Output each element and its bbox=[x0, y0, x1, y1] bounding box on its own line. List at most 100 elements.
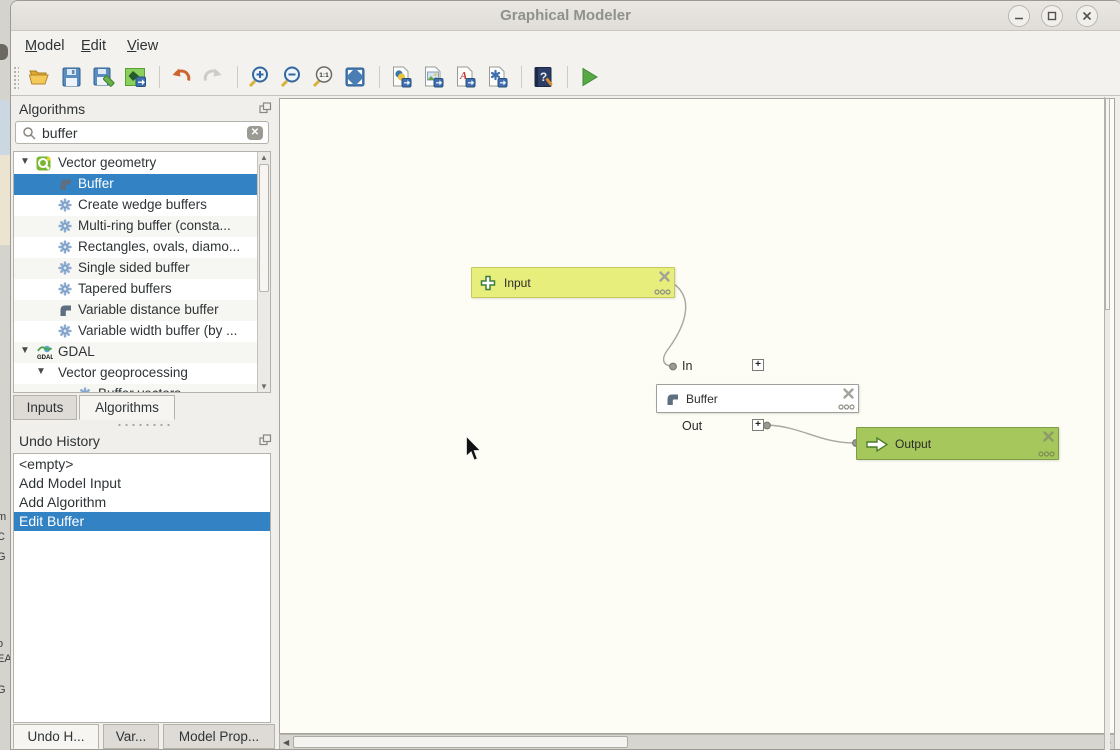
expand-arrow-icon[interactable]: ▼ bbox=[36, 366, 46, 377]
background-map-fragment bbox=[0, 155, 10, 245]
scroll-up-icon[interactable]: ▲ bbox=[258, 153, 270, 162]
export-image-button[interactable] bbox=[419, 63, 447, 91]
tree-scrollbar[interactable]: ▲ ▼ bbox=[257, 152, 270, 392]
redo-button[interactable] bbox=[199, 63, 227, 91]
float-panel-icon[interactable] bbox=[259, 102, 272, 114]
export-svg-icon bbox=[485, 65, 509, 89]
menubar: Model Edit View bbox=[11, 31, 1120, 60]
expand-arrow-icon[interactable]: ▼ bbox=[20, 345, 30, 356]
run-model-button[interactable] bbox=[575, 63, 603, 91]
undo-history-item[interactable]: Add Algorithm bbox=[14, 493, 270, 512]
tree-item-label: Tapered buffers bbox=[78, 281, 172, 296]
menu-model[interactable]: Model bbox=[21, 36, 69, 56]
scroll-down-icon[interactable]: ▼ bbox=[258, 382, 270, 391]
expand-links-icon[interactable] bbox=[1038, 451, 1055, 457]
vscroll-thumb[interactable] bbox=[1105, 98, 1110, 310]
minimize-icon bbox=[1014, 11, 1024, 21]
dock-tab-inputs[interactable]: Inputs bbox=[13, 395, 77, 420]
dock-tab-algorithms[interactable]: Algorithms bbox=[79, 395, 175, 420]
tree-item-label: Vector geometry bbox=[58, 155, 156, 170]
zoom-full-button[interactable] bbox=[341, 63, 369, 91]
bottom-tab-undo-h[interactable]: Undo H... bbox=[13, 724, 99, 749]
zoom-in-button[interactable] bbox=[245, 63, 273, 91]
buffer-in-label: In bbox=[682, 359, 692, 373]
buffer-out-label: Out bbox=[682, 419, 702, 433]
bottom-tab-model-prop[interactable]: Model Prop... bbox=[163, 724, 275, 749]
save-model-button[interactable] bbox=[57, 63, 85, 91]
tree-item-create-wedge-buffers[interactable]: Create wedge buffers bbox=[14, 195, 258, 216]
expand-arrow-icon[interactable]: ▼ bbox=[20, 156, 30, 167]
open-model-button[interactable] bbox=[25, 63, 53, 91]
model-node-input[interactable]: Input bbox=[471, 267, 675, 298]
delete-node-icon[interactable] bbox=[842, 387, 855, 400]
help-button[interactable]: ? bbox=[529, 63, 557, 91]
float-panel-icon[interactable] bbox=[259, 434, 272, 446]
tree-item-single-sided-buffer[interactable]: Single sided buffer bbox=[14, 258, 258, 279]
save-model-in-project-icon bbox=[123, 65, 147, 89]
zoom-out-icon bbox=[279, 65, 303, 89]
svg-text:?: ? bbox=[540, 70, 547, 84]
maximize-button[interactable] bbox=[1041, 5, 1063, 27]
tree-item-label: Multi-ring buffer (consta... bbox=[78, 218, 231, 233]
tree-item-multi-ring-buffer-consta[interactable]: Multi-ring buffer (consta... bbox=[14, 216, 258, 237]
undo-button[interactable] bbox=[167, 63, 195, 91]
search-icon bbox=[22, 126, 36, 140]
background-text-fragment: o bbox=[0, 638, 3, 650]
tree-item-buffer[interactable]: Buffer bbox=[14, 174, 258, 195]
model-node-buffer[interactable]: Buffer bbox=[656, 384, 859, 413]
save-model-as-button[interactable] bbox=[89, 63, 117, 91]
tree-item-vector-geometry[interactable]: ▼ Vector geometry bbox=[14, 153, 258, 174]
tree-item-variable-width-buffer-by[interactable]: Variable width buffer (by ... bbox=[14, 321, 258, 342]
export-image-icon bbox=[421, 65, 445, 89]
qgis-icon bbox=[36, 156, 52, 172]
titlebar[interactable]: Graphical Modeler bbox=[11, 1, 1120, 31]
hscroll-thumb[interactable] bbox=[293, 736, 628, 748]
tree-item-label: Rectangles, ovals, diamo... bbox=[78, 239, 240, 254]
toolbar-grip[interactable] bbox=[13, 66, 19, 90]
undo-history-list: <empty>Add Model InputAdd AlgorithmEdit … bbox=[13, 453, 271, 723]
expand-links-icon[interactable] bbox=[654, 289, 671, 295]
model-node-output[interactable]: Output bbox=[856, 427, 1059, 460]
tree-item-gdal[interactable]: ▼GDALGDAL bbox=[14, 342, 258, 363]
bottom-tab-var[interactable]: Var... bbox=[103, 724, 159, 749]
buffer-in-expand[interactable]: + bbox=[752, 359, 764, 371]
export-pdf-button[interactable]: A bbox=[451, 63, 479, 91]
delete-node-icon[interactable] bbox=[658, 270, 671, 283]
tree-item-rectangles-ovals-diamo[interactable]: Rectangles, ovals, diamo... bbox=[14, 237, 258, 258]
maximize-icon bbox=[1047, 11, 1057, 21]
export-python-button[interactable] bbox=[387, 63, 415, 91]
background-icon-fragment bbox=[0, 44, 8, 60]
expand-links-icon[interactable] bbox=[838, 404, 855, 410]
save-model-in-project-button[interactable] bbox=[121, 63, 149, 91]
algorithms-panel-title: Algorithms bbox=[19, 101, 85, 117]
toolbar-separator bbox=[521, 66, 522, 88]
tree-item-variable-distance-buffer[interactable]: Variable distance buffer bbox=[14, 300, 258, 321]
zoom-actual-button[interactable]: 1:1 bbox=[309, 63, 337, 91]
zoom-out-button[interactable] bbox=[277, 63, 305, 91]
canvas-hscrollbar[interactable]: ◀ ▶ bbox=[279, 734, 1115, 750]
tree-item-vector-geoprocessing[interactable]: ▼Vector geoprocessing bbox=[14, 363, 258, 384]
minimize-button[interactable] bbox=[1008, 5, 1030, 27]
gear-icon bbox=[58, 219, 74, 235]
scroll-left-icon[interactable]: ◀ bbox=[283, 738, 289, 747]
export-svg-button[interactable] bbox=[483, 63, 511, 91]
tree-item-label: Single sided buffer bbox=[78, 260, 190, 275]
close-button[interactable] bbox=[1076, 5, 1098, 27]
undo-history-item[interactable]: Edit Buffer bbox=[14, 512, 270, 531]
background-text-fragment: m bbox=[0, 511, 6, 523]
zoom-full-icon bbox=[343, 65, 367, 89]
panel-splitter[interactable] bbox=[116, 423, 172, 427]
clear-search-icon[interactable]: ✕ bbox=[247, 126, 263, 140]
algorithm-search-input[interactable]: buffer ✕ bbox=[15, 121, 269, 144]
toolbar-separator bbox=[567, 66, 568, 88]
menu-edit[interactable]: Edit bbox=[77, 36, 110, 56]
tree-item-tapered-buffers[interactable]: Tapered buffers bbox=[14, 279, 258, 300]
undo-history-item[interactable]: Add Model Input bbox=[14, 474, 270, 493]
model-canvas[interactable] bbox=[279, 98, 1115, 734]
buffer-out-expand[interactable]: + bbox=[752, 419, 764, 431]
tree-item-buffer-vectors[interactable]: Buffer vectors bbox=[14, 384, 258, 393]
menu-view[interactable]: View bbox=[123, 36, 162, 56]
tree-item-label: Variable distance buffer bbox=[78, 302, 219, 317]
undo-history-item[interactable]: <empty> bbox=[14, 455, 270, 474]
delete-node-icon[interactable] bbox=[1042, 430, 1055, 443]
